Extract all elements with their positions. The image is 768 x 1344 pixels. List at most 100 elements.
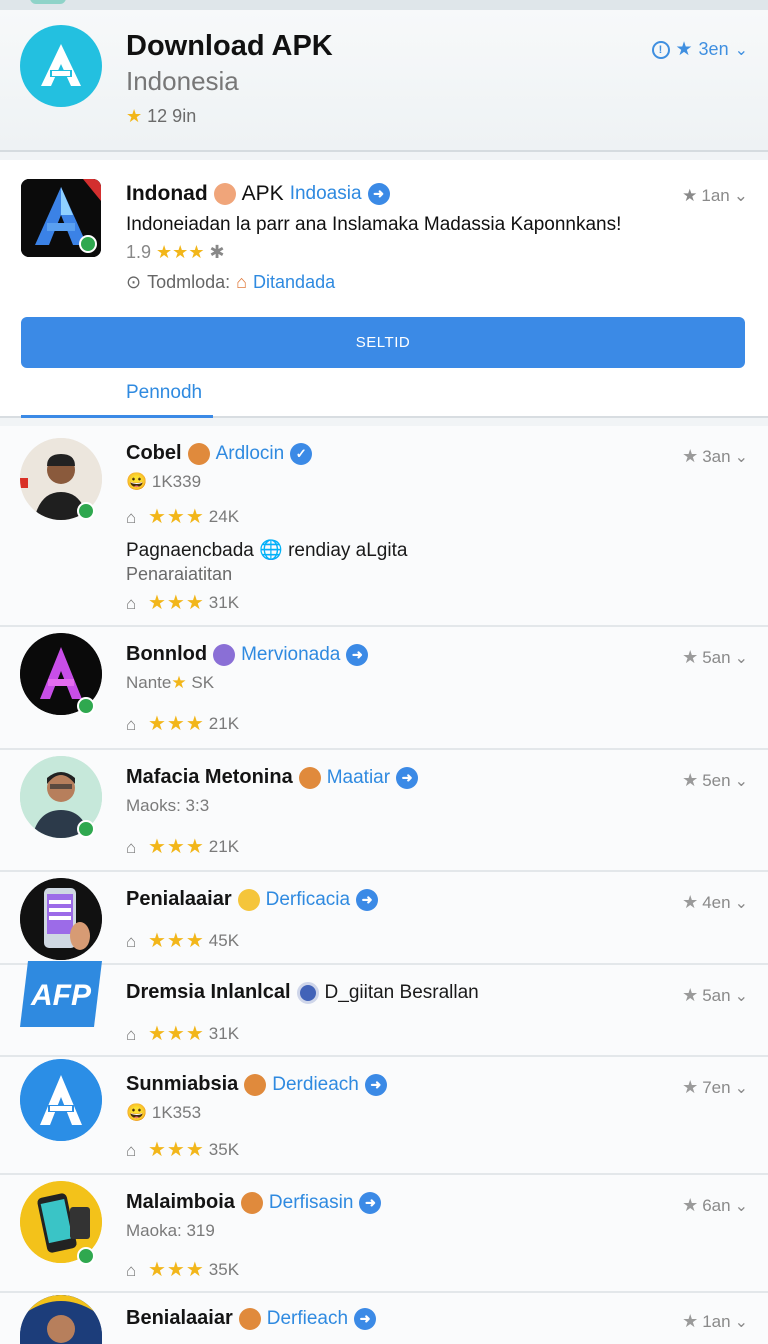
item-stat: ⌂ ★★★ 24K: [126, 504, 239, 529]
status-pill: [30, 0, 66, 4]
item-stat-value: 35K: [208, 1259, 240, 1279]
item-time[interactable]: ★ 5en ⌄: [682, 770, 748, 791]
chevron-down-icon[interactable]: ⌄: [735, 1312, 748, 1332]
item-category[interactable]: Mervionada: [241, 644, 340, 666]
item-category[interactable]: Maatiar: [327, 767, 390, 789]
item-category[interactable]: Derfisasin: [269, 1192, 353, 1214]
item-stat-value: 35K: [208, 1139, 240, 1159]
chevron-down-icon[interactable]: ⌄: [735, 986, 748, 1006]
chevron-down-icon[interactable]: ⌄: [734, 186, 748, 206]
item-name: Malaimboia Derfisasin ➜: [126, 1191, 382, 1214]
featured-card[interactable]: Indonad APK Indoasia ➜ Indoneiadan la pa…: [0, 160, 768, 418]
verified-badge: [77, 1247, 95, 1265]
item-stat: ⌂ ★★★ 21K: [126, 711, 239, 736]
item-stat-value: 21K: [208, 713, 240, 733]
select-button[interactable]: SELTID: [21, 317, 745, 368]
list-item[interactable]: Penialaaiar Derficacia ➜ ⌂ ★★★ 45K ★ 4en ⌄: [0, 874, 768, 965]
tab-label: Pennodh: [126, 382, 203, 403]
list-item[interactable]: Mafacia Metonina Maatiar ➜ Maoks: 3:3 ⌂ ★…: [0, 752, 768, 872]
item-name-text: Malaimboia: [126, 1191, 235, 1213]
emoji-icon: [244, 1073, 267, 1096]
star-icon: ★: [126, 106, 143, 126]
star-icon: ★: [682, 892, 699, 912]
list-item[interactable]: Sunmiabsia Derdieach ➜ 😀 1K353 ⌂ ★★★ 35K ★…: [0, 1059, 768, 1175]
verified-icon: ➜: [367, 183, 390, 205]
item-time[interactable]: ★ 5an ⌄: [682, 647, 748, 668]
item-downloads-text: 1K353: [151, 1103, 202, 1122]
featured-time[interactable]: ★ 1an ⌄: [682, 186, 748, 206]
item-time[interactable]: ★ 4en ⌄: [682, 892, 748, 913]
header-actions-text: 3en: [698, 39, 729, 59]
item-time[interactable]: ★ 3an ⌄: [682, 446, 748, 467]
item-stat: ⌂ ★★★ 35K: [126, 1137, 239, 1162]
item-stat-value: 45K: [208, 930, 240, 950]
info-icon[interactable]: !: [651, 40, 670, 59]
header-rating: ★ 12 9in: [126, 106, 196, 127]
tab-pennodh[interactable]: Pennodh: [21, 378, 213, 418]
item-category[interactable]: Derfieach: [267, 1308, 348, 1330]
item-category[interactable]: D_giitan Besrallan: [325, 982, 479, 1004]
featured-app-icon: [21, 179, 101, 257]
item-time[interactable]: ★ 5an ⌄: [682, 985, 748, 1006]
afp-logo-text: AFP: [30, 979, 92, 1012]
item-time-text: 3an: [702, 446, 731, 466]
star-icon: ★: [682, 647, 699, 667]
item-category[interactable]: Ardlocin: [216, 443, 285, 465]
item-time[interactable]: ★ 7en ⌄: [682, 1077, 748, 1098]
item-description: Pagnaencbada 🌐 rendiay aLgita: [126, 538, 407, 562]
chevron-down-icon[interactable]: ⌄: [735, 648, 748, 668]
emoji-icon: [240, 1191, 263, 1214]
emoji-icon: [213, 643, 236, 666]
tag-icon: ⊙: [126, 272, 142, 292]
item-category[interactable]: Derficacia: [266, 889, 350, 911]
rating-stars-icon: ★★★: [148, 836, 205, 858]
list-item[interactable]: Bonnlod Mervionada ➜ Nante★ SK ⌂ ★★★ 21K ★…: [0, 629, 768, 750]
chevron-down-icon[interactable]: ⌄: [735, 771, 748, 791]
item-name-text: Penialaaiar: [126, 888, 232, 910]
featured-description: Indoneiadan la parr ana Inslamaka Madass…: [126, 214, 622, 235]
item-name-text: Dremsia Inlanlcal: [126, 981, 291, 1003]
chevron-down-icon[interactable]: ⌄: [735, 447, 748, 467]
afp-logo: AFP: [20, 961, 102, 1027]
star-icon: ★: [682, 1311, 699, 1331]
home-icon: ⌂: [126, 1260, 137, 1280]
item-stat-value: 21K: [208, 836, 240, 856]
home-icon: ⌂: [126, 593, 137, 613]
item-name-text: Benialaaiar: [126, 1307, 233, 1329]
featured-meta-label: Todmloda:: [147, 272, 231, 292]
chevron-down-icon[interactable]: ⌄: [735, 1078, 748, 1098]
home-icon: ⌂: [126, 931, 137, 951]
item-name: Bonnlod Mervionada ➜: [126, 643, 369, 666]
list-item[interactable]: Malaimboia Derfisasin ➜ Maoka: 319 ⌂ ★★★ 3…: [0, 1177, 768, 1293]
chevron-down-icon[interactable]: ⌄: [735, 40, 748, 60]
item-category[interactable]: Derdieach: [272, 1074, 359, 1096]
list-item[interactable]: Benialaaiar Derfieach ➜ ★ 1an ⌄: [0, 1295, 768, 1344]
item-name-text: Mafacia Metonina: [126, 766, 293, 788]
chevron-down-icon[interactable]: ⌄: [735, 893, 748, 913]
item-downloads-text: 1K339: [151, 472, 202, 491]
item-time-text: 1an: [702, 1311, 731, 1331]
chevron-down-icon[interactable]: ⌄: [735, 1196, 748, 1216]
item-time[interactable]: ★ 1an ⌄: [682, 1311, 748, 1332]
featured-title-apk: APK: [241, 182, 284, 205]
rating-stars-icon: ★★★: [156, 242, 205, 262]
status-strip: [0, 0, 768, 10]
app-header: Download APK Indonesia ★ 12 9in ! ★ 3en …: [0, 10, 768, 152]
list-item[interactable]: Cobel Ardlocin ✓ 😀 1K339 ⌂ ★★★ 24K Pagnaen…: [0, 426, 768, 627]
item-time-text: 4en: [702, 892, 731, 912]
item-desc-text: Pagnaencbada: [126, 540, 254, 561]
star-icon: ★: [171, 673, 187, 692]
featured-meta-link[interactable]: Ditandada: [253, 272, 335, 293]
star-icon[interactable]: ★: [676, 38, 693, 61]
rating-stars-icon: ★★★: [148, 1259, 205, 1281]
featured-title-link[interactable]: Indoasia: [290, 183, 362, 205]
emoji-icon: [298, 766, 321, 789]
verified-badge: [79, 235, 97, 253]
rating-stars-icon: ★★★: [148, 1023, 205, 1045]
star-icon: ★: [682, 186, 698, 205]
rating-stars-icon: ★★★: [148, 1139, 205, 1161]
header-actions[interactable]: ! ★ 3en ⌄: [651, 38, 748, 61]
item-time[interactable]: ★ 6an ⌄: [682, 1195, 748, 1216]
list-item[interactable]: AFP Dremsia Inlanlcal D_giitan Besrallan…: [0, 961, 768, 1057]
item-name: Penialaaiar Derficacia ➜: [126, 888, 379, 911]
